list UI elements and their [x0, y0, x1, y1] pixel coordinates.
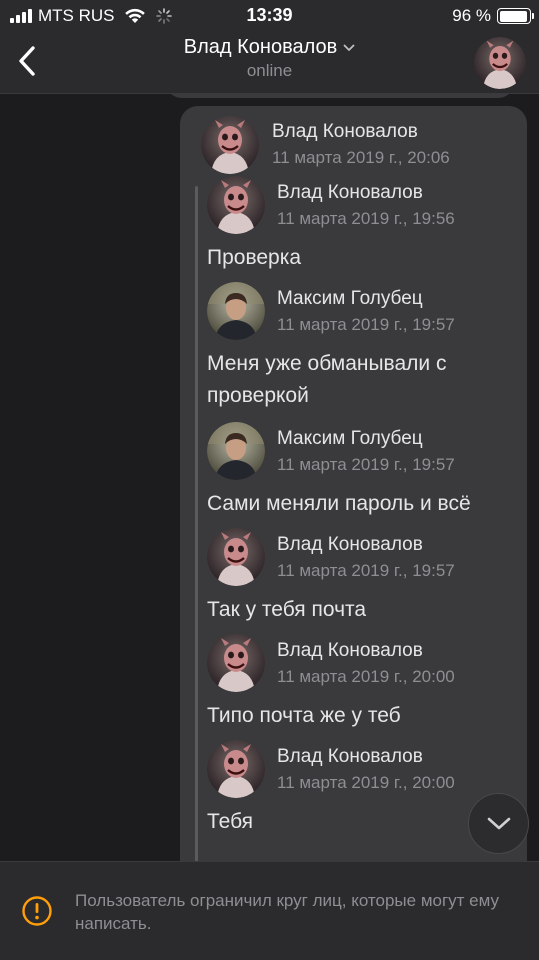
message-date: 11 марта 2019 г., 19:56	[277, 209, 455, 228]
message-text: Меня уже обманывали с проверкой	[207, 352, 447, 407]
message-author[interactable]: Влад Коновалов	[277, 640, 423, 662]
previous-message-bubble[interactable]	[165, 94, 515, 98]
restriction-banner: Пользователь ограничил круг лиц, которые…	[0, 861, 539, 960]
forward-author[interactable]: Влад Коновалов	[272, 121, 418, 143]
avatar[interactable]	[207, 282, 265, 340]
message-date: 11 марта 2019 г., 20:00	[277, 773, 455, 792]
forward-header: Влад Коновалов 11 марта 2019 г., 20:06	[201, 116, 521, 178]
battery-icon	[497, 8, 534, 24]
message-date: 11 марта 2019 г., 19:57	[277, 561, 455, 580]
chat-title[interactable]: Влад Коновалов	[184, 36, 355, 59]
message-text: Сами меняли пароль и всё	[207, 492, 471, 515]
message-author[interactable]: Влад Коновалов	[277, 534, 423, 556]
message-date: 11 марта 2019 г., 19:57	[277, 455, 455, 474]
chat-title-text: Влад Коновалов	[183, 36, 338, 58]
message-list[interactable]: Влад Коновалов 11 марта 2019 г., 20:06 В…	[0, 94, 539, 861]
message-text: Так у тебя почта	[207, 598, 367, 621]
battery-percent: 96 %	[452, 6, 491, 25]
avatar[interactable]	[207, 634, 265, 692]
chat-header: Влад Коновалов online	[0, 32, 539, 94]
message-text: Типо почта же у теб	[207, 704, 401, 727]
status-bar: MTS RUS 13:39 96 %	[0, 0, 539, 32]
forwarded-messages: Влад Коновалов 11 марта 2019 г., 19:56 Про…	[207, 176, 525, 846]
message-author[interactable]: Влад Коновалов	[277, 182, 423, 204]
alert-circle-icon	[22, 896, 52, 926]
scroll-down-button[interactable]	[468, 793, 529, 854]
chevron-down-icon	[343, 44, 355, 51]
forwarded-message[interactable]: Влад Коновалов 11 марта 2019 г., 19:56 Про…	[207, 176, 525, 282]
message-text: Проверка	[207, 246, 302, 269]
message-bubble[interactable]: Влад Коновалов 11 марта 2019 г., 20:06 В…	[180, 106, 527, 861]
forwarded-message[interactable]: Влад Коновалов 11 марта 2019 г., 19:57 Так…	[207, 528, 525, 634]
chevron-down-icon	[487, 817, 510, 829]
avatar[interactable]	[201, 116, 259, 174]
header-avatar[interactable]	[474, 37, 526, 89]
forwarded-message[interactable]: Максим Голубец 11 марта 2019 г., 19:57 Мен…	[207, 282, 525, 422]
presence-status: online	[246, 61, 293, 80]
avatar[interactable]	[207, 422, 265, 480]
message-author[interactable]: Влад Коновалов	[277, 746, 423, 768]
forward-date: 11 марта 2019 г., 20:06	[272, 148, 450, 167]
message-author[interactable]: Максим Голубец	[277, 288, 423, 310]
avatar[interactable]	[207, 740, 265, 798]
avatar[interactable]	[207, 528, 265, 586]
forwarded-message[interactable]: Максим Голубец 11 марта 2019 г., 19:57 Сам…	[207, 422, 525, 528]
message-date: 11 марта 2019 г., 19:57	[277, 315, 455, 334]
avatar[interactable]	[207, 176, 265, 234]
forward-quote-line	[195, 186, 198, 861]
message-date: 11 марта 2019 г., 20:00	[277, 667, 455, 686]
message-author[interactable]: Максим Голубец	[277, 428, 423, 450]
restriction-text: Пользователь ограничил круг лиц, которые…	[75, 891, 500, 933]
forwarded-message[interactable]: Влад Коновалов 11 марта 2019 г., 20:00 Тип…	[207, 634, 525, 740]
status-right: 96 %	[452, 6, 534, 26]
chat-title-area[interactable]: Влад Коновалов online	[0, 36, 539, 81]
